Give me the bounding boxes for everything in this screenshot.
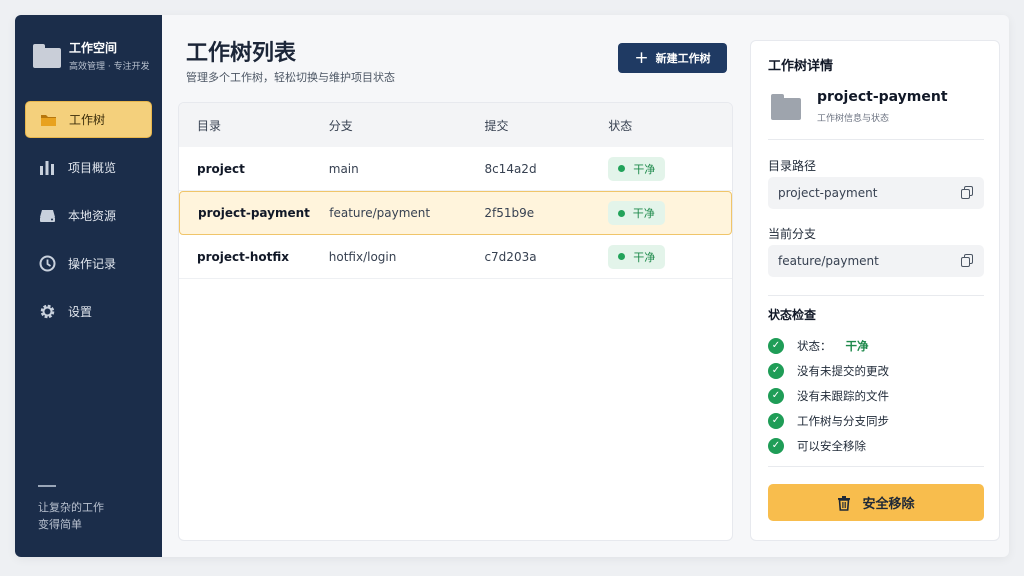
check-text: 可以安全移除	[797, 438, 866, 453]
sidebar-item-overview[interactable]: 项目概览	[25, 149, 152, 186]
divider	[768, 295, 984, 296]
clock-icon	[38, 255, 56, 273]
check-icon: ✓	[768, 437, 784, 454]
table-row-selected[interactable]: project-payment feature/payment 2f51b9e …	[179, 191, 732, 235]
path-value: project-payment	[778, 186, 878, 200]
status-label: 状态：	[797, 338, 832, 353]
check-icon: ✓	[768, 412, 784, 429]
check-item: ✓ 工作树与分支同步	[768, 408, 984, 433]
status-badge: 干净	[607, 201, 665, 225]
cell-dir: project-hotfix	[197, 249, 289, 264]
worktree-name-subtitle: 工作树信息与状态	[817, 114, 890, 124]
gear-icon	[38, 303, 56, 321]
sidebar-item-label: 本地资源	[68, 209, 117, 223]
divider	[768, 466, 984, 467]
worktree-table: 目录 分支 提交 状态 project main 8c14a2d 干净 proj…	[178, 102, 733, 541]
sidebar-item-label: 设置	[68, 305, 93, 319]
brand-subtitle: 高效管理 · 专注开发	[69, 62, 150, 72]
detail-title: 工作树详情	[768, 59, 834, 74]
sidebar-item-settings[interactable]: 设置	[25, 293, 152, 330]
status-text: 干净	[633, 250, 656, 264]
check-text: 没有未提交的更改	[797, 363, 889, 378]
sidebar-item-worktree[interactable]: 工作树	[25, 101, 152, 138]
main-content: 工作树列表 管理多个工作树，轻松切换与维护项目状态 + 新建工作树 目录 分支 …	[162, 15, 750, 557]
divider	[768, 139, 984, 140]
cell-dir: project-payment	[198, 206, 310, 220]
column-header-dir: 目录	[197, 118, 222, 133]
app-window: 工作空间 高效管理 · 专注开发 工作树 项目概览 本地资源 操作记录 设置 让…	[15, 15, 1009, 557]
new-worktree-button[interactable]: + 新建工作树	[618, 43, 727, 73]
trash-icon	[837, 495, 851, 511]
sidebar-item-label: 工作树	[69, 113, 106, 127]
status-check-title: 状态检查	[768, 308, 817, 322]
brand-title: 工作空间	[69, 41, 118, 55]
status-value: 干净	[845, 338, 869, 353]
sidebar-item-history[interactable]: 操作记录	[25, 245, 152, 282]
page-title: 工作树列表	[186, 41, 297, 66]
copy-icon[interactable]	[961, 254, 973, 267]
check-icon: ✓	[768, 387, 784, 404]
column-header-branch: 分支	[328, 118, 353, 133]
drive-icon	[38, 207, 56, 225]
check-item: ✓ 没有未提交的更改	[768, 358, 984, 383]
sidebar-item-resources[interactable]: 本地资源	[25, 197, 152, 234]
path-field: project-payment	[768, 177, 984, 209]
safe-remove-button[interactable]: 安全移除	[768, 484, 984, 521]
check-text: 没有未跟踪的文件	[797, 388, 889, 403]
status-text: 干净	[632, 207, 655, 220]
status-text: 干净	[633, 162, 656, 176]
branch-value: feature/payment	[778, 254, 879, 268]
worktree-name: project-payment	[817, 89, 948, 105]
status-dot-icon	[618, 253, 626, 260]
plus-icon: +	[634, 48, 649, 68]
copy-icon[interactable]	[961, 186, 973, 199]
status-dot-icon	[617, 209, 625, 217]
table-row[interactable]: project-hotfix hotfix/login c7d203a 干净	[179, 235, 732, 279]
sidebar: 工作空间 高效管理 · 专注开发 工作树 项目概览 本地资源 操作记录 设置 让…	[15, 15, 162, 557]
brand: 工作空间 高效管理 · 专注开发	[33, 39, 150, 72]
footer-line-1: 让复杂的工作	[38, 501, 104, 514]
detail-panel: 工作树详情 project-payment 工作树信息与状态 目录路径 proj…	[750, 40, 1000, 541]
footer-line-2: 变得简单	[38, 518, 82, 531]
cell-branch: main	[328, 161, 359, 176]
cell-dir: project	[197, 161, 245, 176]
column-header-status: 状态	[608, 118, 633, 133]
path-label: 目录路径	[768, 159, 817, 173]
check-text: 工作树与分支同步	[797, 413, 889, 428]
check-item: ✓ 没有未跟踪的文件	[768, 383, 984, 408]
cell-commit: 8c14a2d	[484, 161, 537, 176]
safe-remove-label: 安全移除	[862, 497, 915, 512]
status-check-list: ✓ 状态： 干净 ✓ 没有未提交的更改 ✓ 没有未跟踪的文件 ✓ 工作树与分支同…	[768, 333, 984, 458]
workspace-folder-icon	[33, 43, 61, 68]
sidebar-footer: 让复杂的工作 变得简单	[38, 485, 104, 533]
check-item: ✓ 可以安全移除	[768, 433, 984, 458]
cell-branch: hotfix/login	[328, 249, 397, 264]
page-subtitle: 管理多个工作树，轻松切换与维护项目状态	[186, 71, 395, 84]
divider	[38, 485, 56, 487]
sidebar-nav: 工作树 项目概览 本地资源 操作记录 设置	[25, 101, 152, 341]
new-worktree-label: 新建工作树	[655, 52, 711, 65]
status-badge: 干净	[608, 244, 666, 269]
bar-chart-icon	[38, 159, 56, 177]
table-row[interactable]: project main 8c14a2d 干净	[179, 147, 732, 191]
sidebar-item-label: 项目概览	[68, 161, 117, 175]
branch-label: 当前分支	[768, 227, 817, 241]
folder-icon	[39, 111, 57, 129]
branch-field: feature/payment	[768, 245, 984, 277]
folder-icon	[771, 94, 801, 120]
sidebar-item-label: 操作记录	[68, 257, 117, 271]
cell-commit: 2f51b9e	[484, 206, 535, 220]
check-icon: ✓	[768, 362, 784, 379]
table-header: 目录 分支 提交 状态	[179, 103, 732, 147]
cell-branch: feature/payment	[329, 206, 431, 220]
check-item-status: ✓ 状态： 干净	[768, 333, 984, 358]
status-badge: 干净	[608, 156, 666, 181]
check-icon: ✓	[768, 337, 784, 354]
column-header-commit: 提交	[484, 118, 509, 133]
cell-commit: c7d203a	[484, 249, 537, 264]
status-dot-icon	[618, 165, 626, 172]
